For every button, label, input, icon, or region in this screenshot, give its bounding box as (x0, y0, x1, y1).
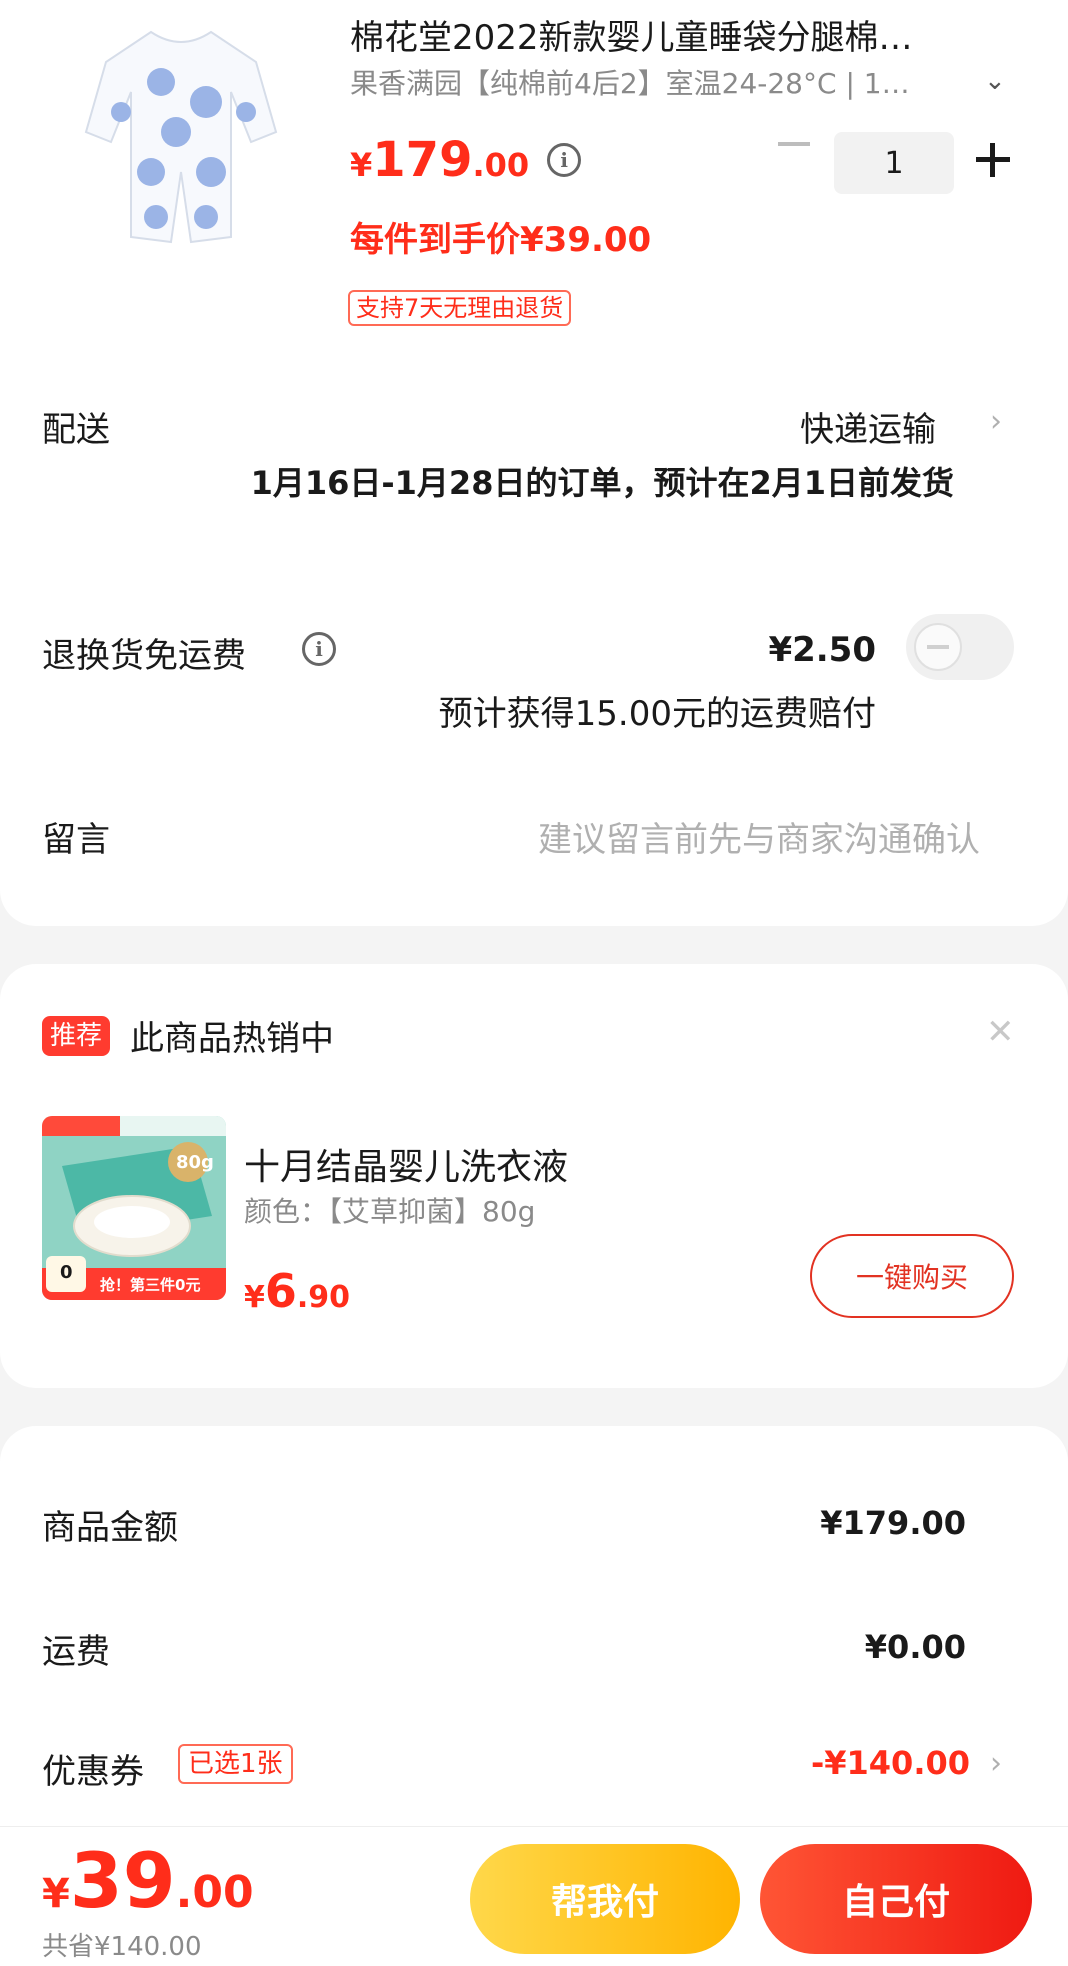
price-currency: ¥ (42, 1871, 70, 1917)
product-price: ¥ 179 .00 i (350, 132, 582, 188)
toggle-knob (914, 623, 962, 671)
delivery-label: 配送 (42, 410, 110, 450)
goods-amount-value: ¥179.00 (820, 1504, 966, 1542)
delivery-method[interactable]: 快递运输 (800, 402, 936, 451)
return-shipping-label: 退换货免运费 (42, 636, 246, 676)
recommend-badge: 推荐 (42, 1016, 111, 1056)
chevron-right-icon[interactable]: › (990, 404, 1002, 439)
return-shipping-note: 预计获得15.00元的运费赔付 (438, 694, 876, 734)
chevron-right-icon[interactable]: › (990, 1746, 1002, 1781)
baby-romper-icon (84, 30, 278, 244)
info-icon[interactable]: i (547, 143, 582, 177)
recommend-product-sku: 颜色：【艾草抑菌】80g (244, 1195, 536, 1228)
quantity-decrease-button[interactable] (778, 142, 810, 146)
image-count-text: 0 (60, 1262, 73, 1283)
info-icon[interactable]: i (302, 632, 336, 666)
image-banner-text: 抢！第三件0元 (100, 1276, 201, 1294)
price-decimal: .00 (472, 146, 530, 184)
return-policy-tag: 支持7天无理由退货 (348, 290, 572, 326)
goods-amount-label: 商品金额 (42, 1508, 178, 1548)
recommend-product-price: ¥ 6 .90 (244, 1264, 350, 1318)
price-decimal: .90 (296, 1280, 351, 1315)
saved-amount: 共省¥140.00 (42, 1932, 202, 1962)
coupon-label: 优惠券 (42, 1752, 144, 1792)
quantity-input[interactable]: 1 (834, 132, 954, 194)
price-decimal: .00 (175, 1867, 254, 1918)
price-currency: ¥ (350, 146, 373, 184)
recommend-product-name[interactable]: 十月结晶婴儿洗衣液 (244, 1138, 568, 1190)
quantity-increase-button[interactable] (976, 143, 1010, 177)
price-currency: ¥ (244, 1280, 265, 1315)
shipping-fee-label: 运费 (42, 1632, 110, 1672)
product-image[interactable] (56, 12, 306, 262)
one-click-buy-button[interactable]: 一键购买 (810, 1234, 1014, 1318)
close-icon[interactable]: ✕ (986, 1012, 1015, 1052)
help-me-pay-button[interactable]: 帮我付 (470, 1844, 740, 1954)
unit-final-price: 每件到手价¥39.00 (350, 220, 652, 260)
total-price: ¥ 39 .00 (42, 1836, 254, 1925)
product-sku[interactable]: 果香满园【纯棉前4后2】室温24-28°C | 1… (350, 64, 950, 104)
message-input[interactable]: 建议留言前先与商家沟通确认 (420, 812, 980, 861)
shipping-fee-value: ¥0.00 (864, 1628, 966, 1666)
coupon-selected-tag[interactable]: 已选1张 (178, 1744, 293, 1784)
product-title[interactable]: 棉花堂2022新款婴儿童睡袋分腿棉… (350, 14, 1000, 62)
recommend-title: 此商品热销中 (130, 1019, 334, 1059)
return-shipping-price: ¥2.50 (768, 630, 876, 670)
price-integer: 179 (372, 132, 473, 188)
recommend-product-image[interactable]: 80g 0 抢！第三件0元 (42, 1116, 226, 1300)
delivery-note: 1月16日-1月28日的订单，预计在2月1日前发货 (250, 464, 954, 502)
coupon-value[interactable]: -¥140.00 (740, 1744, 970, 1782)
return-shipping-toggle[interactable] (906, 614, 1014, 680)
pay-myself-button[interactable]: 自己付 (760, 1844, 1032, 1954)
price-integer: 6 (264, 1264, 297, 1318)
price-integer: 39 (69, 1836, 176, 1925)
message-label: 留言 (42, 820, 110, 860)
chevron-down-icon[interactable]: ⌄ (984, 66, 1006, 96)
image-badge-text: 80g (176, 1152, 214, 1173)
